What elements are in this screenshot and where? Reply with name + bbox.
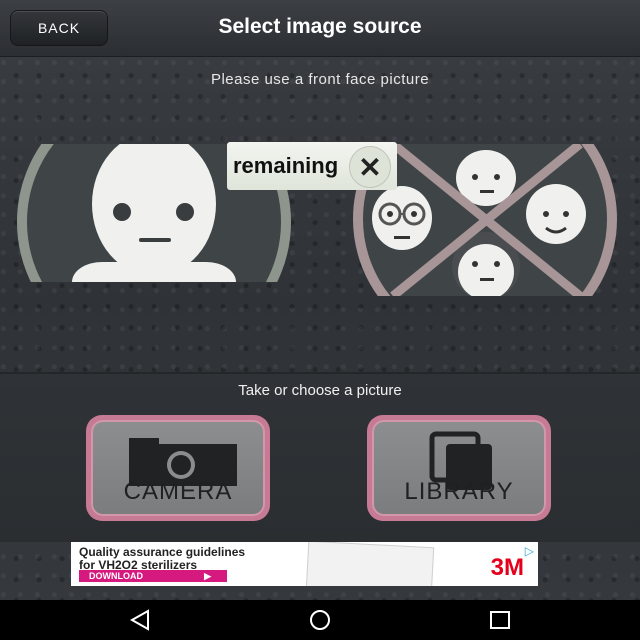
ad-document-image [305,542,435,586]
play-arrow-icon: ▶ [204,570,211,581]
ad-cta-label: DOWNLOAD [89,571,143,581]
back-button[interactable]: BACK [10,10,108,46]
page-title: Select image source [218,15,422,38]
nav-recents-icon[interactable] [486,609,514,631]
app-header: BACK Select image source [0,0,640,57]
camera-button-face: CAMERA [91,420,265,516]
adchoices-icon[interactable]: ▷ [525,544,534,558]
system-nav-bar [0,600,640,640]
instruction-text: Please use a front face picture [210,71,430,88]
close-icon[interactable]: ✕ [349,146,391,188]
camera-button[interactable]: CAMERA [86,415,270,521]
ad-headline-line1: Quality assurance guidelines [79,545,246,559]
library-label: LIBRARY [404,478,514,505]
remaining-overlay: remaining ✕ [227,142,397,190]
choose-picture-text: Take or choose a picture [238,382,402,399]
camera-label: CAMERA [123,478,233,505]
ad-banner[interactable]: Quality assurance guidelines for VH2O2 s… [71,542,538,586]
library-button[interactable]: LIBRARY [367,415,551,521]
remaining-label: remaining [233,153,339,178]
ad-download-button[interactable]: DOWNLOAD ▶ [79,570,227,582]
nav-back-icon[interactable] [126,609,154,631]
library-button-face: LIBRARY [372,420,546,516]
ad-brand-logo: 3M [490,554,524,581]
nav-home-icon[interactable] [306,609,334,631]
